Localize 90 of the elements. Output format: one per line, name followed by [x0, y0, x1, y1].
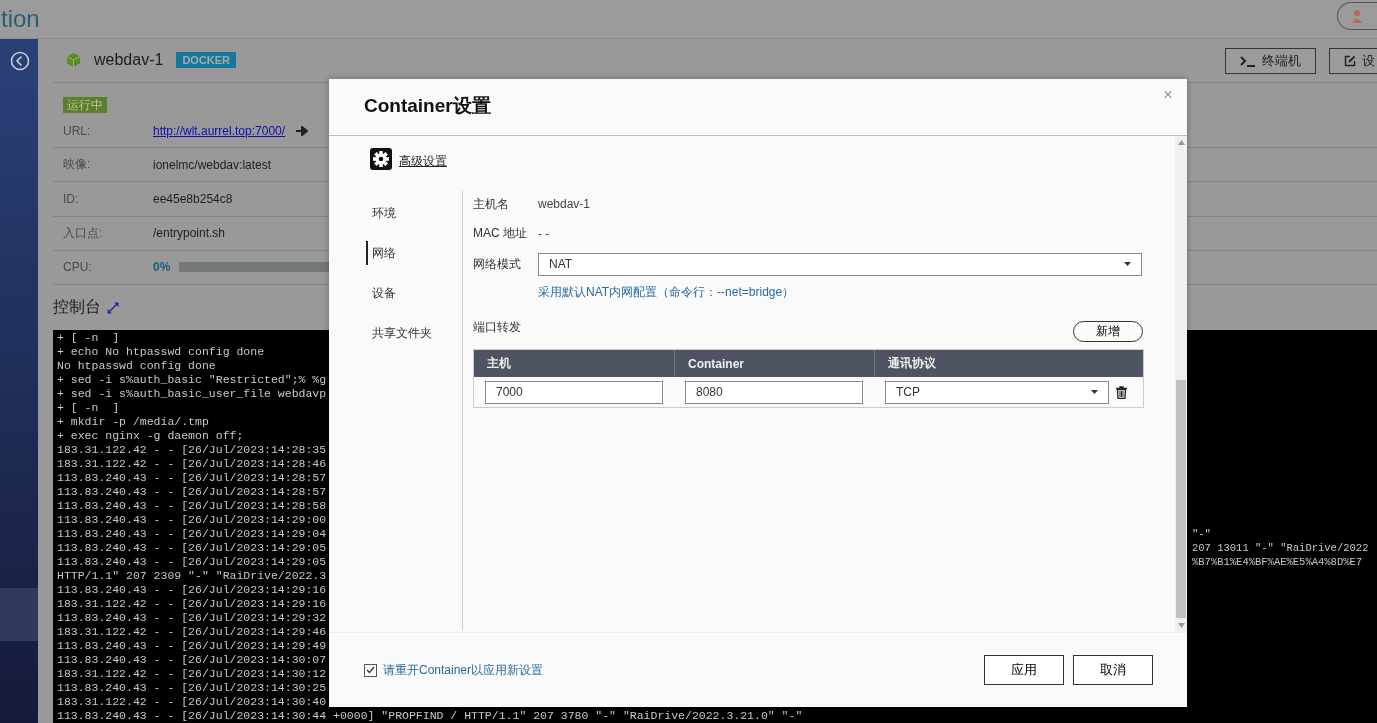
console-line: + mkdir -p /media/.tmp — [57, 415, 210, 429]
mac-value: - - — [538, 226, 550, 241]
field-label: CPU: — [63, 260, 93, 275]
arrow-icon[interactable] — [296, 125, 309, 136]
app-title: tion — [1, 4, 40, 34]
console-line: 183.31.122.42 - - [26/Jul/2023:14:28:46 — [57, 457, 328, 471]
field-value: ee45e8b254c8 — [153, 192, 233, 207]
console-line: + exec nginx -g daemon off; — [57, 429, 245, 443]
console-line: 113.83.240.43 - - [26/Jul/2023:14:29:04 — [57, 527, 328, 541]
network-mode-dropdown[interactable]: NAT — [538, 252, 1142, 276]
docker-badge: DOCKER — [176, 52, 237, 69]
column-header: 通讯协议 — [874, 350, 1143, 377]
nav-tab[interactable]: 设备 — [366, 281, 396, 305]
terminal-button[interactable]: 终端机 — [1225, 48, 1316, 75]
dialog-title: Container设置 — [364, 94, 491, 118]
protocol-dropdown[interactable]: TCP — [885, 380, 1109, 404]
container-name: webdav-1 — [94, 51, 164, 70]
console-line: 113.83.240.43 - - [26/Jul/2023:14:29:05 — [57, 555, 328, 569]
console-line: 183.31.122.42 - - [26/Jul/2023:14:28:35 — [57, 443, 328, 457]
expand-icon[interactable] — [106, 300, 120, 315]
restart-notice: 请重开Container以应用新设置 — [383, 661, 544, 679]
field-label: MAC 地址 — [473, 225, 528, 242]
add-button[interactable]: 新增 — [1073, 321, 1143, 342]
scroll-up-icon[interactable] — [1177, 140, 1185, 145]
apply-button[interactable]: 应用 — [984, 655, 1064, 685]
console-line: 113.83.240.43 - - [26/Jul/2023:14:29:49 — [57, 639, 328, 653]
field-label: ID: — [63, 192, 80, 207]
console-line: %B7%B1%E4%BF%AE%E5%A4%8D%E7 — [1192, 555, 1364, 569]
nav-tab[interactable]: 网络 — [366, 241, 396, 265]
url-link[interactable]: http://wlt.aurrel.top:7000/ — [153, 123, 286, 138]
trash-icon[interactable] — [1116, 385, 1127, 399]
edit-icon — [1344, 55, 1356, 68]
checkbox[interactable] — [364, 663, 377, 677]
scroll-thumb[interactable] — [1176, 380, 1186, 618]
field-label: 主机名 — [473, 195, 510, 213]
cpu-value: 0% — [153, 260, 172, 275]
console-line: No htpasswd config done — [57, 359, 217, 373]
column-header: 主机 — [486, 355, 512, 372]
nav-tab[interactable]: 共享文件夹 — [366, 321, 432, 345]
console-line: "-" — [1192, 527, 1212, 541]
settings-button[interactable]: 设 — [1329, 48, 1377, 75]
nav-tab[interactable]: 环境 — [366, 201, 396, 225]
console-title: 控制台 — [53, 297, 101, 318]
console-line: 113.83.240.43 - - [26/Jul/2023:14:28:57 — [57, 485, 328, 499]
console-line: 113.83.240.43 - - [26/Jul/2023:14:30:44 +0000] "PROPFIND / HTTP/1.1" 207 3780 "-" "RaiDrive/2022.3.21.0" "-" — [57, 709, 803, 722]
console-line: 113.83.240.43 - - [26/Jul/2023:14:29:00 — [57, 513, 328, 527]
scroll-down-icon[interactable] — [1177, 623, 1185, 628]
status-badge: 运行中 — [63, 97, 107, 113]
console-line: + echo No htpasswd config done — [57, 345, 266, 359]
caret-icon — [1124, 262, 1131, 266]
cube-icon — [66, 52, 81, 69]
container-port-input[interactable]: 8080 — [685, 380, 863, 404]
console-line: 113.83.240.43 - - [26/Jul/2023:14:29:16 — [57, 583, 328, 597]
console-line: 113.83.240.43 - - [26/Jul/2023:14:28:58 — [57, 499, 328, 513]
console-line: + sed -i s%auth_basic "Restricted";% %g — [57, 373, 328, 387]
console-line: 183.31.122.42 - - [26/Jul/2023:14:29:16 — [57, 597, 328, 611]
person-icon — [1352, 9, 1362, 23]
host-port-input[interactable]: 7000 — [485, 380, 663, 404]
console-line: 113.83.240.43 - - [26/Jul/2023:14:29:32 — [57, 611, 328, 625]
field-value: /entrypoint.sh — [153, 226, 226, 241]
console-line: 183.31.122.42 - - [26/Jul/2023:14:29:46 — [57, 625, 328, 639]
hostname-value: webdav-1 — [538, 197, 591, 211]
field-value: ionelmc/webdav:latest — [153, 157, 272, 172]
scrollbar[interactable] — [1175, 136, 1187, 632]
section-label: 端口转发 — [473, 319, 522, 336]
settings-icon — [370, 148, 392, 170]
field-label: 网络模式 — [473, 255, 522, 273]
back-icon[interactable] — [10, 51, 30, 71]
console-line: 183.31.122.42 - - [26/Jul/2023:14:30:40 — [57, 695, 328, 709]
caret-icon — [1091, 390, 1098, 394]
column-header: Container — [674, 350, 874, 377]
user-menu-button[interactable] — [1337, 2, 1377, 30]
console-line: + [ -n ] — [57, 331, 121, 345]
console-line: + [ -n ] — [57, 401, 121, 415]
field-label: URL: — [63, 123, 92, 138]
advanced-settings-link[interactable]: 高级设置 — [399, 153, 447, 170]
console-line: + sed -i s%auth_basic_user_file webdavp — [57, 387, 328, 401]
console-line: 113.83.240.43 - - [26/Jul/2023:14:30:07 — [57, 653, 328, 667]
network-mode-hint: 采用默认NAT内网配置（命令行：--net=bridge） — [537, 284, 796, 301]
console-line: HTTP/1.1" 207 2309 "-" "RaiDrive/2022.3 — [57, 569, 328, 583]
console-line: 113.83.240.43 - - [26/Jul/2023:14:29:05 — [57, 541, 328, 555]
console-line: 113.83.240.43 - - [26/Jul/2023:14:30:25 — [57, 681, 328, 695]
sidebar-highlight — [0, 588, 38, 641]
field-label: 入口点: — [63, 224, 104, 242]
cancel-button[interactable]: 取消 — [1073, 655, 1153, 685]
terminal-icon — [1240, 55, 1256, 68]
console-line: 207 13011 "-" "RaiDrive/2022 — [1192, 541, 1370, 555]
console-line: 183.31.122.42 - - [26/Jul/2023:14:30:12 — [57, 667, 328, 681]
field-label: 映像: — [63, 156, 92, 174]
console-line: 113.83.240.43 - - [26/Jul/2023:14:28:57 — [57, 471, 328, 485]
